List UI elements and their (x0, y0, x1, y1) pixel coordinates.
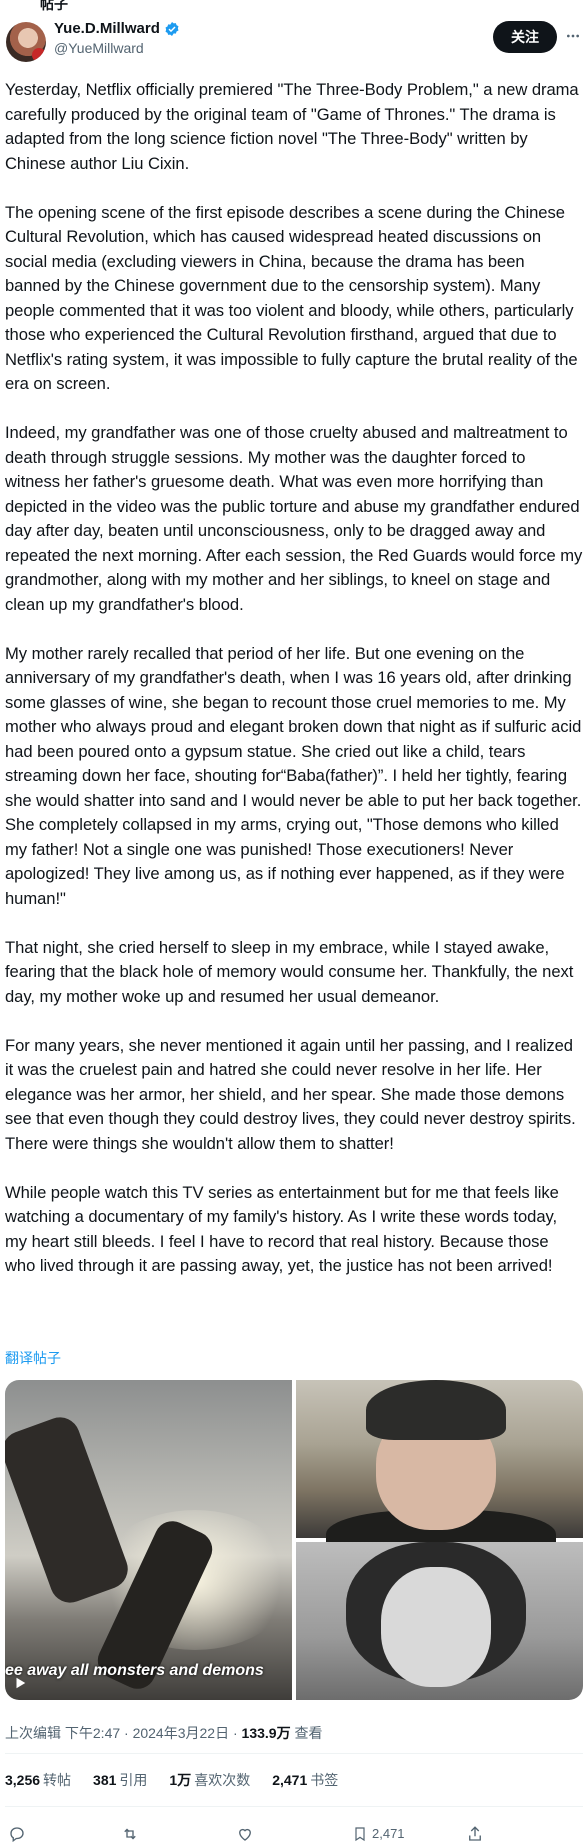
stat-likes[interactable]: 1万 喜欢次数 (169, 1770, 250, 1790)
author-handle[interactable]: @YueMillward (54, 40, 144, 56)
heart-icon (239, 1828, 251, 1841)
post-media-grid: ee away all monsters and demons (5, 1380, 583, 1700)
post-paragraph: Indeed, my grandfather was one of those … (5, 423, 583, 614)
engagement-stats: 3,256 转帖 381 引用 1万 喜欢次数 2,471 书签 (5, 1770, 338, 1790)
stat-reposts[interactable]: 3,256 转帖 (5, 1770, 71, 1790)
photo-grandfather[interactable] (296, 1380, 583, 1570)
video-figure (5, 1411, 134, 1609)
share-icon (469, 1825, 481, 1841)
bookmark-button[interactable]: 2,471 (352, 1824, 405, 1843)
photo-mother[interactable] (296, 1542, 583, 1700)
views-count: 133.9万 (241, 1725, 291, 1741)
video-thumbnail[interactable]: ee away all monsters and demons (5, 1380, 295, 1700)
post-paragraph: That night, she cried herself to sleep i… (5, 937, 574, 1006)
edited-timestamp[interactable]: 上次编辑 下午2:47 · 2024年3月22日 · (5, 1725, 242, 1741)
share-button[interactable] (466, 1824, 484, 1843)
reply-icon (10, 1826, 24, 1842)
video-caption: ee away all monsters and demons (5, 1662, 264, 1679)
author-name[interactable]: Yue.D.Millward (54, 20, 160, 37)
post-paragraph: The opening scene of the first episode d… (5, 202, 578, 394)
views-label: 查看 (290, 1725, 323, 1741)
reply-button[interactable] (8, 1824, 26, 1843)
divider (5, 1806, 583, 1807)
post-paragraph: My mother rarely recalled that period of… (5, 643, 582, 908)
stat-bookmarks[interactable]: 2,471 书签 (272, 1770, 338, 1790)
post-paragraph: While people watch this TV series as ent… (5, 1182, 559, 1276)
more-options-icon[interactable] (565, 28, 581, 44)
post-paragraph: Yesterday, Netflix officially premiered … (5, 80, 579, 173)
author-name-row: Yue.D.Millward (54, 20, 180, 37)
follow-button[interactable]: 关注 (493, 21, 557, 53)
photo-cap (366, 1380, 506, 1440)
page-header-fragment: 帖子 (40, 0, 68, 12)
play-icon[interactable] (13, 1676, 27, 1690)
avatar[interactable] (6, 22, 46, 62)
translate-post-link[interactable]: 翻译帖子 (5, 1348, 61, 1368)
post-text: Yesterday, Netflix officially premiered … (5, 78, 583, 1303)
like-button[interactable] (236, 1824, 254, 1843)
post-paragraph: For many years, she never mentioned it a… (5, 1035, 576, 1153)
divider (5, 1753, 583, 1754)
photo-face (381, 1567, 491, 1687)
stat-quotes[interactable]: 381 引用 (93, 1770, 147, 1790)
bookmark-count: 2,471 (372, 1826, 405, 1841)
post-author-header: Yue.D.Millward @YueMillward 关注 (0, 18, 586, 68)
verified-badge-icon (165, 21, 179, 36)
bookmark-icon (355, 1826, 365, 1841)
repost-button[interactable] (120, 1824, 140, 1843)
post-meta: 上次编辑 下午2:47 · 2024年3月22日 · 133.9万 查看 (5, 1723, 322, 1743)
repost-icon (124, 1828, 136, 1839)
avatar-badge (32, 48, 46, 62)
action-bar: 2,471 (0, 1824, 586, 1843)
